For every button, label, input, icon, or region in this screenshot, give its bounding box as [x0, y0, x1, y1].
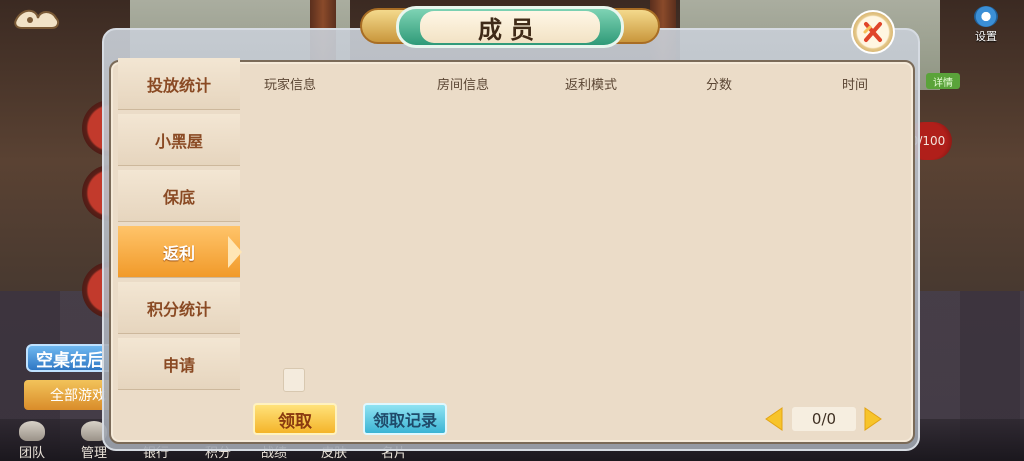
claim-button[interactable]: 领取	[253, 403, 337, 435]
dialog-title-banner: 成员	[360, 2, 660, 52]
side-menu-item-blacklist[interactable]: 小黑屋	[118, 114, 240, 166]
claim-history-button[interactable]: 领取记录	[363, 403, 447, 435]
next-page-arrow-icon[interactable]	[863, 406, 883, 432]
column-header-rebate-mode: 返利模式	[565, 78, 618, 93]
rebate-table-header: 玩家信息 房间信息 返利模式 分数 时间	[0, 74, 1024, 93]
column-header-player-info: 玩家信息	[264, 78, 317, 93]
team-icon	[19, 421, 45, 441]
page-indicator: 0/0	[792, 407, 856, 431]
nav-item-label: 团队	[18, 446, 45, 461]
side-menu-label: 返利	[162, 243, 195, 263]
settings-button[interactable]: 设置	[962, 6, 1010, 44]
side-menu-item-guarantee[interactable]: 保底	[118, 170, 240, 222]
nav-item-label: 管理	[80, 446, 107, 461]
title-plate: 成员	[396, 6, 624, 48]
side-menu-item-rebate[interactable]: 返利	[118, 226, 242, 278]
column-header-room-info: 房间信息	[437, 78, 490, 93]
column-header-score: 分数	[706, 78, 733, 93]
dialog-title: 成员	[420, 11, 600, 44]
settings-label: 设置	[975, 30, 997, 43]
side-menu-item-points-stats[interactable]: 积分统计	[118, 282, 240, 334]
side-menu-item-apply[interactable]: 申请	[118, 338, 240, 390]
cloud-ornament-icon	[14, 9, 60, 29]
side-menu-label: 小黑屋	[154, 131, 203, 151]
back-ornament-button[interactable]	[10, 4, 66, 34]
close-button[interactable]	[851, 10, 895, 54]
column-header-time: 时间	[842, 78, 869, 93]
nav-item-team[interactable]: 团队	[10, 421, 54, 461]
side-menu-label: 积分统计	[146, 299, 211, 319]
side-menu-label: 申请	[162, 355, 195, 375]
select-all-checkbox[interactable]	[283, 368, 305, 392]
prev-page-arrow-icon[interactable]	[764, 406, 784, 432]
close-icon	[863, 22, 882, 42]
gear-icon	[974, 6, 998, 27]
side-menu-label: 保底	[162, 187, 195, 207]
